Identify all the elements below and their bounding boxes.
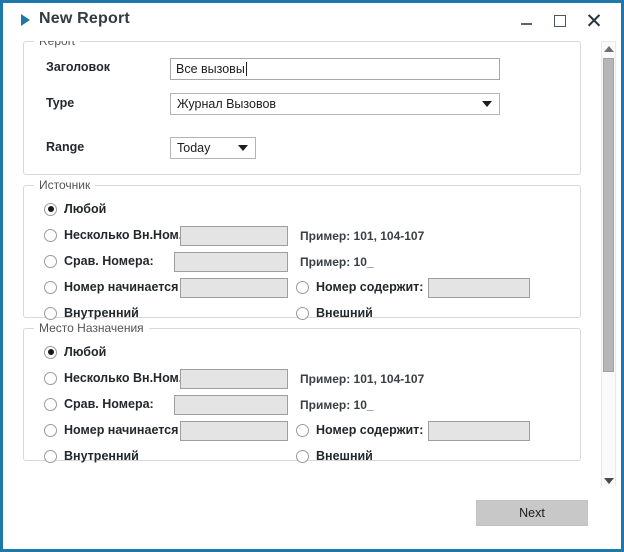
- destination-option-number-contains-label: Номер содержит:: [316, 423, 424, 437]
- maximize-icon[interactable]: [543, 7, 577, 35]
- radio-icon: [296, 449, 309, 463]
- type-field-row: Type: [46, 96, 74, 110]
- source-option-compare-number-label: Срав. Номера:: [64, 254, 154, 268]
- destination-option-external[interactable]: Внешний: [296, 449, 373, 463]
- form-content: Report Заголовок Все вызовы Type Журнал …: [11, 41, 593, 471]
- close-icon[interactable]: ✕: [577, 7, 611, 35]
- chevron-down-icon: [238, 145, 248, 151]
- radio-icon: [44, 345, 57, 359]
- source-option-number-contains-label: Номер содержит:: [316, 280, 424, 294]
- vertical-scrollbar[interactable]: [601, 41, 616, 489]
- scroll-up-icon[interactable]: [602, 42, 615, 56]
- destination-section: Место Назначения Любой Несколько Вн.Ном.…: [23, 321, 581, 463]
- report-section: Report Заголовок Все вызовы Type Журнал …: [23, 41, 581, 175]
- form-scroll-viewport: Report Заголовок Все вызовы Type Журнал …: [11, 41, 613, 489]
- source-option-internal-label: Внутренний: [64, 306, 139, 320]
- title-field-label: Заголовок: [46, 60, 110, 74]
- source-option-number-contains[interactable]: Номер содержит:: [296, 280, 423, 294]
- radio-icon: [44, 202, 57, 216]
- text-caret: [245, 62, 247, 76]
- source-option-any-label: Любой: [64, 202, 107, 216]
- page-title: New Report: [39, 10, 130, 27]
- source-number-starts-with-input[interactable]: [180, 278, 288, 298]
- minimize-icon[interactable]: [509, 7, 543, 35]
- source-option-external[interactable]: Внешний: [296, 306, 373, 320]
- title-input-value: Все вызовы: [176, 62, 245, 76]
- range-field-row: Range: [46, 140, 84, 154]
- source-multiple-ext-input[interactable]: [180, 226, 288, 246]
- radio-icon: [44, 371, 57, 385]
- dialog-footer: Next: [6, 486, 618, 546]
- range-dropdown[interactable]: Today: [170, 137, 256, 159]
- source-option-multiple-ext[interactable]: Несколько Вн.Ном.: [44, 228, 182, 242]
- radio-icon: [296, 306, 309, 320]
- destination-option-compare-number[interactable]: Срав. Номера:: [44, 397, 154, 411]
- destination-option-external-label: Внешний: [316, 449, 373, 463]
- radio-icon: [44, 280, 57, 294]
- source-number-contains-input[interactable]: [428, 278, 530, 298]
- destination-option-any-label: Любой: [64, 345, 107, 359]
- range-dropdown-value: Today: [177, 141, 211, 155]
- expand-arrow-icon: [21, 13, 30, 26]
- destination-multiple-ext-input[interactable]: [180, 369, 288, 389]
- source-option-multiple-ext-label: Несколько Вн.Ном.: [64, 228, 183, 242]
- title-field-row: Заголовок: [46, 60, 110, 74]
- radio-icon: [44, 254, 57, 268]
- source-option-external-label: Внешний: [316, 306, 373, 320]
- window-controls: ✕: [509, 7, 611, 35]
- report-section-legend: Report: [34, 41, 81, 48]
- type-dropdown[interactable]: Журнал Вызовов: [170, 93, 500, 115]
- destination-hint-multiple-ext: Пример: 101, 104-107: [300, 372, 425, 386]
- destination-option-internal-label: Внутренний: [64, 449, 139, 463]
- radio-icon: [44, 228, 57, 242]
- next-button[interactable]: Next: [476, 500, 588, 526]
- source-hint-multiple-ext: Пример: 101, 104-107: [300, 229, 425, 243]
- radio-icon: [44, 306, 57, 320]
- destination-option-number-contains[interactable]: Номер содержит:: [296, 423, 423, 437]
- radio-icon: [44, 449, 57, 463]
- destination-section-legend: Место Назначения: [34, 321, 149, 335]
- radio-icon: [296, 423, 309, 437]
- scrollbar-thumb[interactable]: [603, 58, 614, 372]
- radio-icon: [296, 280, 309, 294]
- destination-number-starts-with-input[interactable]: [180, 421, 288, 441]
- source-section-legend: Источник: [34, 178, 96, 192]
- source-option-internal[interactable]: Внутренний: [44, 306, 139, 320]
- radio-icon: [44, 423, 57, 437]
- destination-option-number-starts-with[interactable]: Номер начинается с:: [44, 423, 193, 437]
- type-field-label: Type: [46, 96, 75, 110]
- destination-option-internal[interactable]: Внутренний: [44, 449, 139, 463]
- source-hint-compare-number: Пример: 10_: [300, 255, 374, 269]
- destination-option-compare-number-label: Срав. Номера:: [64, 397, 154, 411]
- title-input[interactable]: Все вызовы: [170, 58, 500, 80]
- destination-compare-number-input[interactable]: [174, 395, 288, 415]
- destination-option-multiple-ext-label: Несколько Вн.Ном.: [64, 371, 183, 385]
- destination-option-multiple-ext[interactable]: Несколько Вн.Ном.: [44, 371, 182, 385]
- type-dropdown-value: Журнал Вызовов: [177, 97, 277, 111]
- source-option-number-starts-with-label: Номер начинается с:: [64, 280, 194, 294]
- source-compare-number-input[interactable]: [174, 252, 288, 272]
- source-option-compare-number[interactable]: Срав. Номера:: [44, 254, 154, 268]
- source-option-number-starts-with[interactable]: Номер начинается с:: [44, 280, 193, 294]
- window-title-group: New Report: [21, 10, 130, 28]
- new-report-dialog: New Report ✕ Report Заголовок Все вызовы…: [0, 0, 624, 552]
- range-field-label: Range: [46, 140, 85, 154]
- destination-number-contains-input[interactable]: [428, 421, 530, 441]
- source-option-any[interactable]: Любой: [44, 202, 106, 216]
- radio-icon: [44, 397, 57, 411]
- destination-hint-compare-number: Пример: 10_: [300, 398, 374, 412]
- title-bar: New Report ✕: [3, 3, 621, 43]
- source-section: Источник Любой Несколько Вн.Ном. Пример:…: [23, 178, 581, 320]
- chevron-down-icon: [482, 101, 492, 107]
- destination-option-number-starts-with-label: Номер начинается с:: [64, 423, 194, 437]
- destination-option-any[interactable]: Любой: [44, 345, 106, 359]
